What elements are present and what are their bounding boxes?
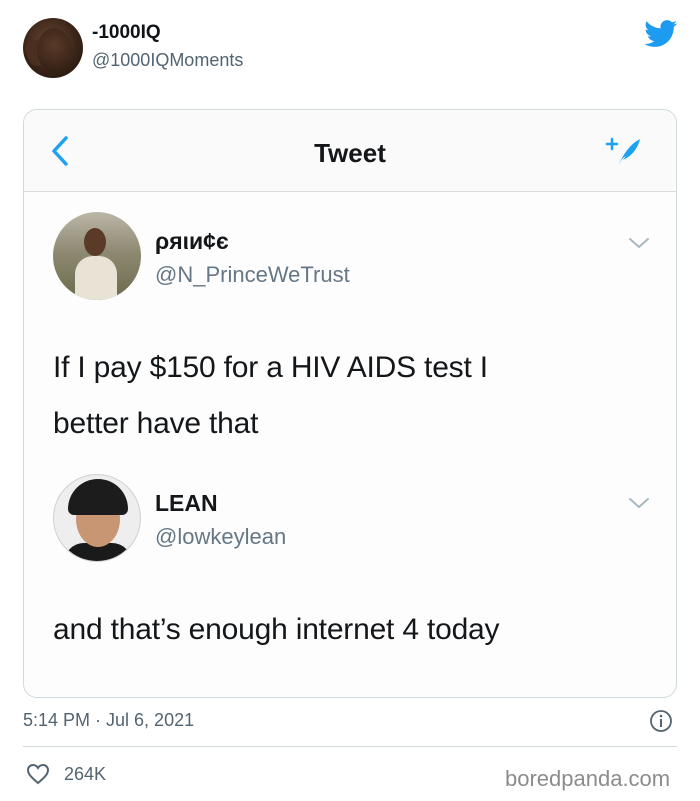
chevron-down-icon[interactable] — [627, 236, 651, 250]
tweet-text: and that’s enough internet 4 today — [53, 602, 500, 658]
tweet-text-line: and that’s enough internet 4 today — [53, 613, 500, 646]
avatar-head — [84, 228, 106, 256]
tweet-author-handle[interactable]: @lowkeylean — [155, 524, 286, 550]
info-icon[interactable] — [649, 709, 673, 733]
divider — [23, 746, 677, 747]
avatar[interactable] — [53, 474, 141, 562]
chevron-down-icon[interactable] — [627, 496, 651, 510]
tweet-header: -1000IQ @1000IQMoments — [0, 0, 700, 100]
user-handle[interactable]: @1000IQMoments — [92, 50, 243, 71]
tweet-text-line: If I pay $150 for a HIV AIDS test I — [53, 351, 488, 384]
twitter-bird-icon[interactable] — [644, 20, 678, 48]
avatar-body — [75, 256, 117, 300]
embedded-tweet-screenshot: Tweet ρяιи¢є @N_PrinceWeTrust If I pay $… — [23, 109, 677, 698]
tweet-text: If I pay $150 for a HIV AIDS test I bett… — [53, 340, 488, 452]
avatar[interactable] — [23, 18, 83, 78]
like-count[interactable]: 264K — [64, 764, 106, 785]
tweet-author-handle[interactable]: @N_PrinceWeTrust — [155, 262, 350, 288]
compose-feather-icon[interactable] — [604, 134, 644, 170]
page-title: Tweet — [314, 138, 386, 168]
tweet-nav-bar: Tweet — [24, 110, 676, 192]
heart-icon[interactable] — [26, 763, 50, 785]
avatar-face — [37, 28, 71, 72]
avatar[interactable] — [53, 212, 141, 300]
watermark: boredpanda.com — [505, 766, 671, 791]
tweet-author-name[interactable]: LEAN — [155, 490, 218, 517]
tweet-timestamp[interactable]: 5:14 PM · Jul 6, 2021 — [23, 710, 194, 731]
display-name[interactable]: -1000IQ — [92, 22, 161, 44]
avatar-hat — [68, 479, 128, 515]
tweet-author-name[interactable]: ρяιи¢є — [155, 228, 229, 255]
tweet-text-line: better have that — [53, 407, 259, 440]
